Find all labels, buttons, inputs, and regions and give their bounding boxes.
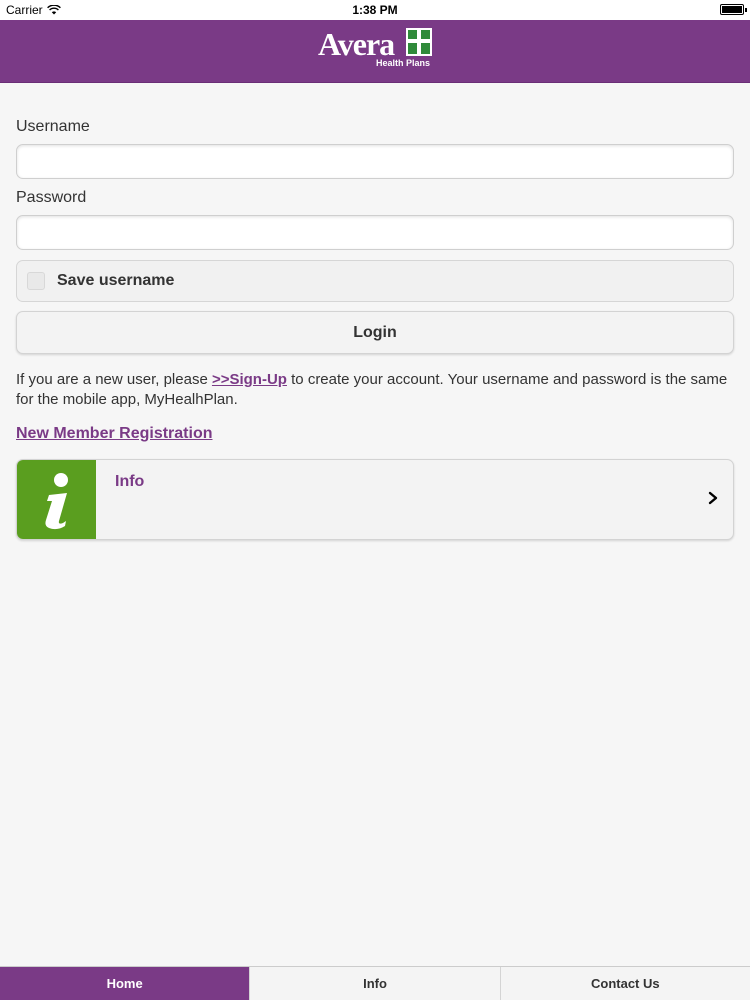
save-username-row[interactable]: Save username bbox=[16, 260, 734, 302]
signup-link[interactable]: >>Sign-Up bbox=[212, 371, 287, 388]
password-label: Password bbox=[16, 189, 87, 206]
username-label: Username bbox=[16, 118, 90, 135]
save-username-label: Save username bbox=[57, 272, 175, 289]
info-list-item[interactable]: Info bbox=[16, 459, 734, 540]
username-input[interactable] bbox=[16, 144, 734, 179]
chevron-right-icon bbox=[708, 491, 718, 505]
info-icon bbox=[44, 472, 68, 529]
logo-cross-icon bbox=[406, 28, 432, 56]
logo-subtext: Health Plans bbox=[376, 58, 431, 68]
new-user-help-text: If you are a new user, please >>Sign-Up … bbox=[16, 370, 734, 410]
tab-bar: Home Info Contact Us bbox=[0, 966, 750, 1000]
tab-info[interactable]: Info bbox=[249, 967, 500, 1000]
battery-icon bbox=[720, 4, 747, 15]
app-header: Avera Health Plans bbox=[0, 20, 750, 83]
status-bar: Carrier 1:38 PM bbox=[0, 0, 750, 20]
login-button[interactable]: Login bbox=[16, 311, 734, 354]
info-thumbnail bbox=[17, 460, 96, 539]
tab-contact-us[interactable]: Contact Us bbox=[499, 967, 750, 1000]
password-input[interactable] bbox=[16, 215, 734, 250]
help-text-prefix: If you are a new user, please bbox=[16, 371, 212, 388]
status-time: 1:38 PM bbox=[352, 3, 398, 17]
new-member-registration-link[interactable]: New Member Registration bbox=[16, 425, 212, 443]
tab-home[interactable]: Home bbox=[0, 967, 250, 1000]
avera-logo: Avera Health Plans bbox=[318, 26, 438, 76]
info-title: Info bbox=[115, 473, 145, 490]
save-username-checkbox[interactable] bbox=[27, 272, 45, 290]
